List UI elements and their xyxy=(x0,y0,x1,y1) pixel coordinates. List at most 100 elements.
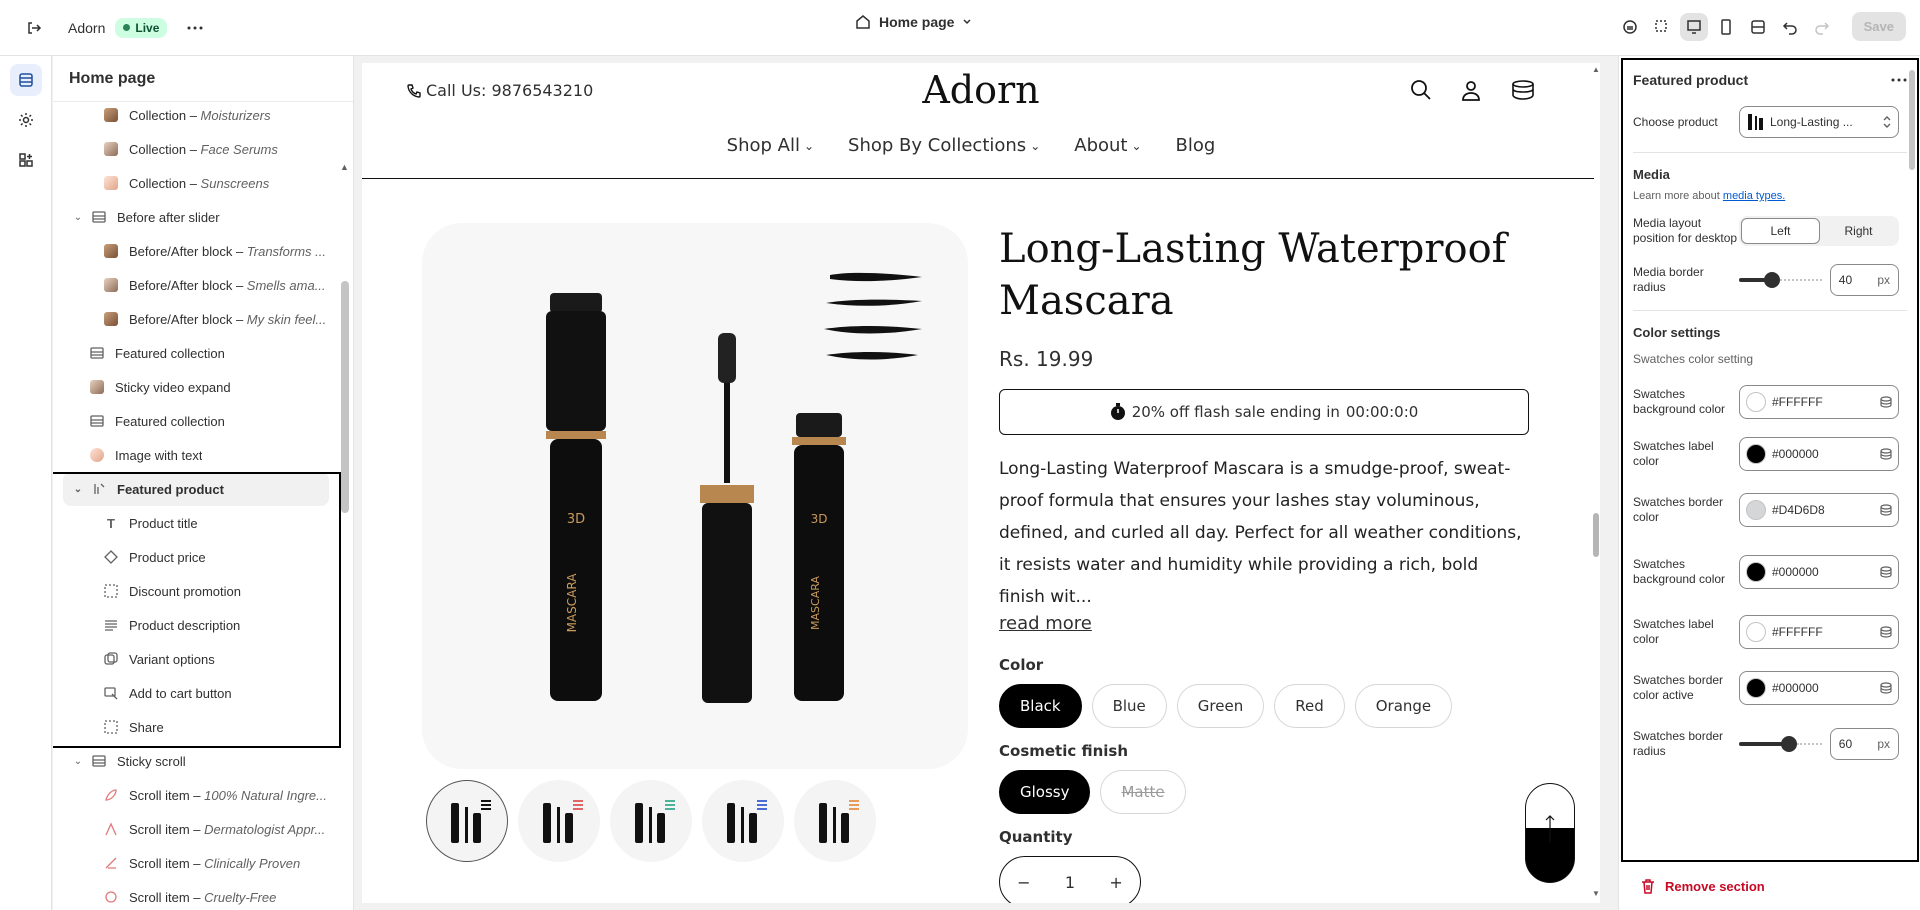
nav-shop-all[interactable]: Shop All ⌄ xyxy=(727,135,814,156)
preview-scrollbar[interactable]: ▲ ▼ xyxy=(1592,63,1600,903)
database-icon[interactable] xyxy=(1880,396,1892,408)
slider-knob[interactable] xyxy=(1764,272,1780,288)
tree-item-label: Featured collection xyxy=(115,413,225,429)
slider-knob[interactable] xyxy=(1781,736,1797,752)
tree-item-scroll-2[interactable]: Scroll item – Dermatologist Appr... xyxy=(53,812,353,846)
scroll-up-icon[interactable]: ▲ xyxy=(340,162,349,172)
database-icon[interactable] xyxy=(1880,504,1892,516)
tree-item-collection-sunscreens[interactable]: Collection – Sunscreens xyxy=(53,166,353,200)
nav-label: Blog xyxy=(1175,135,1216,156)
sidebar-scroll-thumb[interactable] xyxy=(341,281,349,513)
thumbnail-2[interactable] xyxy=(518,780,600,862)
color-swatch[interactable] xyxy=(1746,500,1766,520)
color-swatch[interactable] xyxy=(1746,562,1766,582)
save-button[interactable]: Save xyxy=(1851,12,1906,41)
chevron-down-icon[interactable]: ⌄ xyxy=(71,212,85,223)
apps-icon[interactable] xyxy=(10,144,42,176)
choose-product-select[interactable]: Long-Lasting ... xyxy=(1739,106,1899,138)
tree-item-scroll-3[interactable]: Scroll item – Clinically Proven xyxy=(53,846,353,880)
settings-scroll-thumb[interactable] xyxy=(1909,70,1915,170)
color-input[interactable]: #FFFFFF xyxy=(1739,615,1899,649)
redo-icon[interactable] xyxy=(1808,13,1836,41)
remove-section-button[interactable]: Remove section xyxy=(1641,878,1765,894)
account-icon[interactable] xyxy=(1460,79,1482,101)
scroll-up-icon[interactable]: ▲ xyxy=(1592,65,1600,74)
color-input[interactable]: #000000 xyxy=(1739,555,1899,589)
ai-icon[interactable] xyxy=(1616,13,1644,41)
plus-icon[interactable]: + xyxy=(1109,873,1122,892)
quantity-stepper: − 1 + xyxy=(999,856,1141,903)
mobile-view-icon[interactable] xyxy=(1712,13,1740,41)
finish-option-glossy[interactable]: Glossy xyxy=(999,770,1091,814)
read-more-link[interactable]: read more xyxy=(999,613,1092,634)
tree-item-scroll-4[interactable]: Scroll item – Cruelty-Free xyxy=(53,880,353,910)
swatch-radius-slider[interactable] xyxy=(1739,736,1822,752)
tree-item-featured-collection-2[interactable]: Featured collection xyxy=(53,404,353,438)
tree-item-sticky-video[interactable]: Sticky video expand xyxy=(53,370,353,404)
scroll-to-top-button[interactable] xyxy=(1525,783,1575,883)
database-icon[interactable] xyxy=(1880,682,1892,694)
tree-item-collection-moisturizers[interactable]: Collection – Moisturizers xyxy=(53,98,353,132)
database-icon[interactable] xyxy=(1880,626,1892,638)
preview-scroll-thumb[interactable] xyxy=(1593,513,1599,557)
quantity-value[interactable]: 1 xyxy=(1065,873,1075,892)
desktop-view-icon[interactable] xyxy=(1679,12,1708,41)
tree-item-before-after-1[interactable]: Before/After block – Transforms ... xyxy=(53,234,353,268)
scroll-down-icon[interactable]: ▼ xyxy=(1592,889,1600,898)
color-option-black[interactable]: Black xyxy=(999,684,1082,728)
nav-shop-by-collections[interactable]: Shop By Collections ⌄ xyxy=(848,135,1040,156)
product-main-image[interactable]: 3D MASCARA 3D MASCARA xyxy=(422,223,968,769)
color-option-red[interactable]: Red xyxy=(1274,684,1345,728)
media-radius-slider[interactable] xyxy=(1739,272,1822,288)
color-swatch[interactable] xyxy=(1746,678,1766,698)
thumbnail-5[interactable] xyxy=(794,780,876,862)
color-swatch[interactable] xyxy=(1746,622,1766,642)
color-input[interactable]: #000000 xyxy=(1739,437,1899,471)
settings-scrollbar[interactable] xyxy=(1909,70,1915,860)
thumbnail-1[interactable] xyxy=(426,780,508,862)
thumbnail-3[interactable] xyxy=(610,780,692,862)
tree-item-image-with-text[interactable]: Image with text xyxy=(53,438,353,472)
search-icon[interactable] xyxy=(1410,79,1432,101)
media-types-link[interactable]: media types. xyxy=(1723,190,1785,202)
exit-icon[interactable] xyxy=(18,12,50,44)
nav-about[interactable]: About ⌄ xyxy=(1074,135,1141,156)
inspector-icon[interactable] xyxy=(1648,13,1676,41)
choose-product-label: Choose product xyxy=(1633,114,1718,129)
color-swatch[interactable] xyxy=(1746,392,1766,412)
color-option-green[interactable]: Green xyxy=(1176,684,1265,728)
layout-left-option[interactable]: Left xyxy=(1741,218,1820,244)
swatch-radius-input[interactable]: 60 px xyxy=(1829,728,1899,760)
sections-icon[interactable] xyxy=(10,64,42,96)
cart-icon[interactable] xyxy=(1510,79,1536,101)
color-swatch[interactable] xyxy=(1746,444,1766,464)
tree-item-before-after-slider[interactable]: ⌄ Before after slider xyxy=(53,200,353,234)
media-radius-input[interactable]: 40 px xyxy=(1829,264,1899,296)
undo-icon[interactable] xyxy=(1776,13,1804,41)
page-selector[interactable]: Home page xyxy=(855,14,972,30)
more-options-icon[interactable] xyxy=(1891,78,1907,82)
color-input[interactable]: #000000 xyxy=(1739,671,1899,705)
layout-right-option[interactable]: Right xyxy=(1820,218,1897,244)
color-option-orange[interactable]: Orange xyxy=(1354,684,1453,728)
more-actions-icon[interactable] xyxy=(179,12,211,44)
chevron-down-icon[interactable]: ⌄ xyxy=(71,756,85,767)
tree-item-collection-face-serums[interactable]: Collection – Face Serums xyxy=(53,132,353,166)
sidebar-scrollbar[interactable]: ▲ ▼ xyxy=(340,96,349,906)
tree-item-scroll-1[interactable]: Scroll item – 100% Natural Ingre... xyxy=(53,778,353,812)
theme-settings-icon[interactable] xyxy=(10,104,42,136)
database-icon[interactable] xyxy=(1880,566,1892,578)
database-icon[interactable] xyxy=(1880,448,1892,460)
tree-item-before-after-3[interactable]: Before/After block – My skin feel... xyxy=(53,302,353,336)
tree-item-before-after-2[interactable]: Before/After block – Smells ama... xyxy=(53,268,353,302)
finish-option-matte[interactable]: Matte xyxy=(1100,770,1186,814)
tree-item-sticky-scroll[interactable]: ⌄ Sticky scroll xyxy=(53,744,353,778)
minus-icon[interactable]: − xyxy=(1017,873,1030,892)
color-input[interactable]: #FFFFFF xyxy=(1739,385,1899,419)
thumbnail-4[interactable] xyxy=(702,780,784,862)
color-input[interactable]: #D4D6D8 xyxy=(1739,493,1899,527)
color-option-blue[interactable]: Blue xyxy=(1091,684,1167,728)
fullwidth-view-icon[interactable] xyxy=(1744,13,1772,41)
tree-item-featured-collection[interactable]: Featured collection xyxy=(53,336,353,370)
nav-blog[interactable]: Blog xyxy=(1176,135,1216,156)
